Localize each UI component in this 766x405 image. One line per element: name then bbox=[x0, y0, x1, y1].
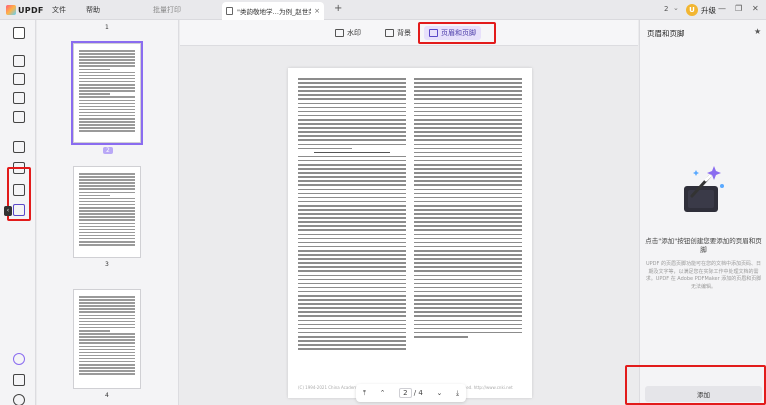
background-label: 背景 bbox=[397, 29, 411, 37]
panel-title: 页眉和页脚 bbox=[647, 29, 685, 38]
page-number: 2 bbox=[103, 147, 113, 154]
minimize-icon[interactable]: — bbox=[718, 4, 726, 13]
bookmark-icon[interactable] bbox=[13, 374, 25, 386]
favorite-star-icon[interactable]: ★ bbox=[754, 27, 761, 36]
reader-icon[interactable] bbox=[13, 27, 25, 39]
document-tab[interactable]: "类韵敬地学…为例_赵世荣 × bbox=[222, 2, 324, 20]
background-button[interactable]: 背景 bbox=[385, 27, 411, 39]
empty-state-message: 点击"添加"按钮创建您要添加的页眉和页脚 bbox=[645, 237, 762, 254]
left-toolbar: ‹ bbox=[0, 20, 36, 405]
new-tab-button[interactable]: + bbox=[334, 3, 342, 14]
tab-title: "类韵敬地学…为例_赵世荣 bbox=[237, 8, 312, 16]
header-footer-panel: 页眉和页脚 ★ 点击"添加"按钮创建您要添加的页眉和页脚 UPDF 的页眉页脚功… bbox=[625, 20, 766, 405]
menu-help[interactable]: 帮助 bbox=[86, 5, 100, 15]
menu-file[interactable]: 文件 bbox=[52, 5, 66, 15]
collapse-panel-icon[interactable]: ‹ bbox=[4, 206, 12, 216]
title-bar: UPDF 文件 帮助 批量打印 "类韵敬地学…为例_赵世荣 × + 2 ⌄ U … bbox=[0, 0, 766, 20]
thumbnail-panel: 1 2 3 4 bbox=[37, 20, 179, 405]
upgrade-label: 升级 bbox=[701, 5, 716, 15]
document-icon bbox=[226, 7, 233, 15]
last-page-icon[interactable]: ⤓ bbox=[456, 389, 459, 398]
layers-icon[interactable] bbox=[13, 353, 25, 365]
chevron-down-icon[interactable]: ⌄ bbox=[673, 4, 679, 12]
edit-pdf-icon[interactable] bbox=[13, 55, 25, 67]
ocr-icon[interactable] bbox=[13, 141, 25, 153]
page-tools-toolbar: 水印 背景 页眉和页脚 bbox=[180, 20, 638, 46]
close-window-icon[interactable]: ✕ bbox=[752, 4, 759, 13]
app-logo-text: UPDF bbox=[18, 5, 44, 15]
highlight-box-toolbar bbox=[418, 22, 496, 44]
next-page-icon[interactable]: ⌄ bbox=[436, 389, 442, 397]
magic-wand-illustration-icon bbox=[684, 166, 724, 212]
page-indicator[interactable]: 2 / 4 bbox=[399, 388, 423, 398]
page-number: 4 bbox=[105, 392, 109, 399]
thumbnail-page-2[interactable] bbox=[71, 41, 143, 145]
updf-logo-icon bbox=[6, 5, 16, 15]
thumbnail-page-4[interactable] bbox=[73, 289, 141, 389]
page-navigator: ⤒ ⌃ 2 / 4 ⌄ ⤓ bbox=[356, 384, 466, 402]
add-button[interactable]: 添加 bbox=[645, 386, 762, 402]
current-page-input[interactable]: 2 bbox=[399, 388, 412, 398]
menu-batch-print[interactable]: 批量打印 bbox=[153, 5, 181, 15]
tab-close-icon[interactable]: × bbox=[314, 7, 320, 15]
upgrade-button[interactable]: U 升级 bbox=[686, 3, 716, 17]
total-pages: 4 bbox=[418, 389, 423, 397]
page-number: 3 bbox=[105, 261, 109, 268]
notification-count: 2 bbox=[664, 5, 669, 13]
pdf-page[interactable]: (C) 1994-2021 China Academic Journal Ele… bbox=[288, 68, 532, 398]
watermark-button[interactable]: 水印 bbox=[335, 27, 361, 39]
thumbnail-page-3[interactable] bbox=[73, 166, 141, 258]
page-separator: / bbox=[413, 389, 417, 397]
restore-icon[interactable]: ❐ bbox=[735, 4, 742, 13]
watermark-icon bbox=[335, 29, 344, 37]
page-column-right bbox=[414, 78, 522, 388]
page-number: 1 bbox=[105, 24, 109, 31]
form-icon[interactable] bbox=[13, 111, 25, 123]
background-icon bbox=[385, 29, 394, 37]
comment-icon[interactable] bbox=[13, 73, 25, 85]
page-column-left bbox=[298, 78, 406, 388]
avatar: U bbox=[686, 4, 698, 16]
document-area: 水印 背景 页眉和页脚 (C) 1994-2021 China Academic… bbox=[180, 20, 638, 405]
attachment-icon[interactable] bbox=[13, 394, 25, 405]
watermark-label: 水印 bbox=[347, 29, 361, 37]
feature-description: UPDF 的页眉页脚功能可在您的文档中添加页码、日期及文字等，以满足您在实际工作… bbox=[645, 261, 762, 290]
organize-pages-icon[interactable] bbox=[13, 92, 25, 104]
first-page-icon[interactable]: ⤒ bbox=[363, 389, 366, 398]
app-logo: UPDF bbox=[6, 4, 44, 16]
prev-page-icon[interactable]: ⌃ bbox=[380, 389, 386, 397]
